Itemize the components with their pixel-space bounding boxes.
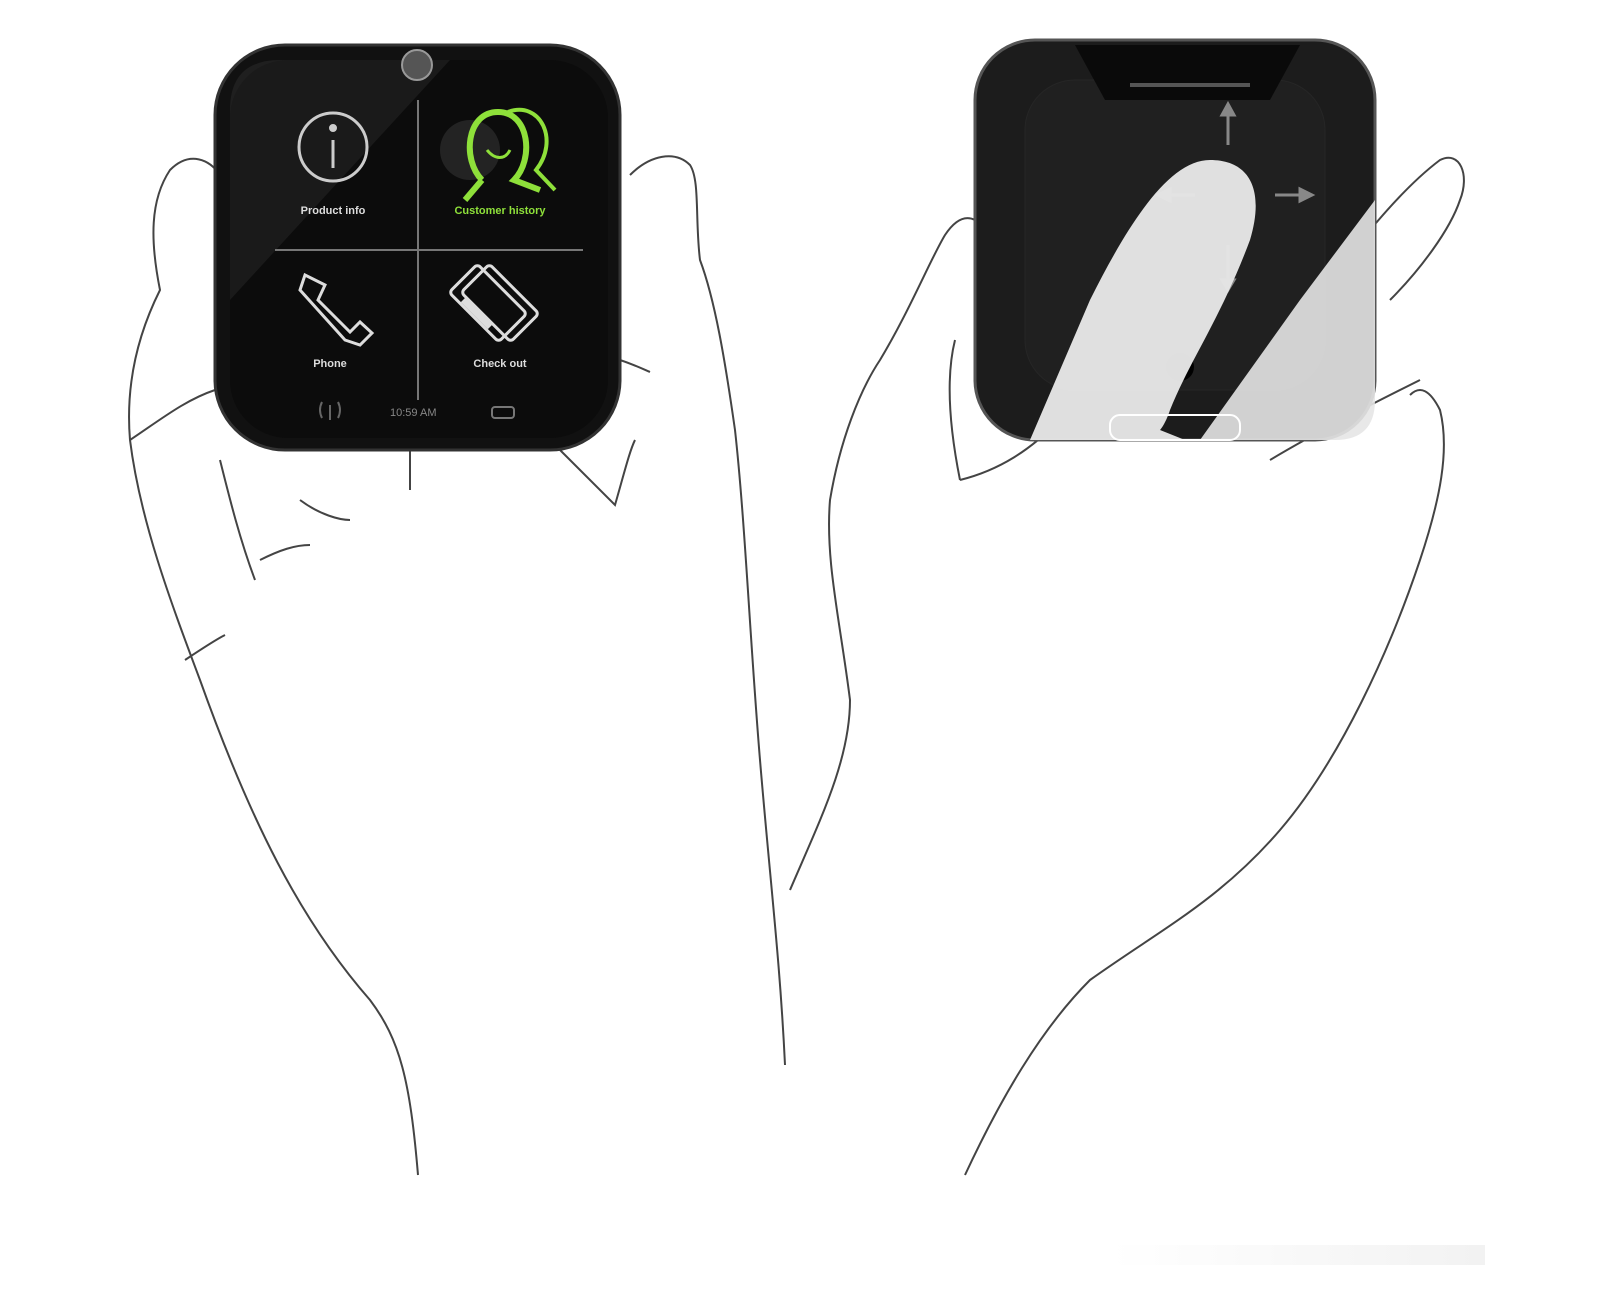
decorative-strip <box>1110 1245 1485 1265</box>
tile-label-customer-history[interactable]: Customer history <box>410 205 590 217</box>
back-device <box>973 38 1377 442</box>
status-time: 10:59 AM <box>390 407 437 419</box>
tile-label-product-info[interactable]: Product info <box>243 205 423 217</box>
tile-label-phone[interactable]: Phone <box>240 358 420 370</box>
tile-label-check-out[interactable]: Check out <box>410 358 590 370</box>
camera-icon <box>401 49 433 81</box>
front-device <box>213 43 622 452</box>
illustration <box>128 38 1465 1176</box>
